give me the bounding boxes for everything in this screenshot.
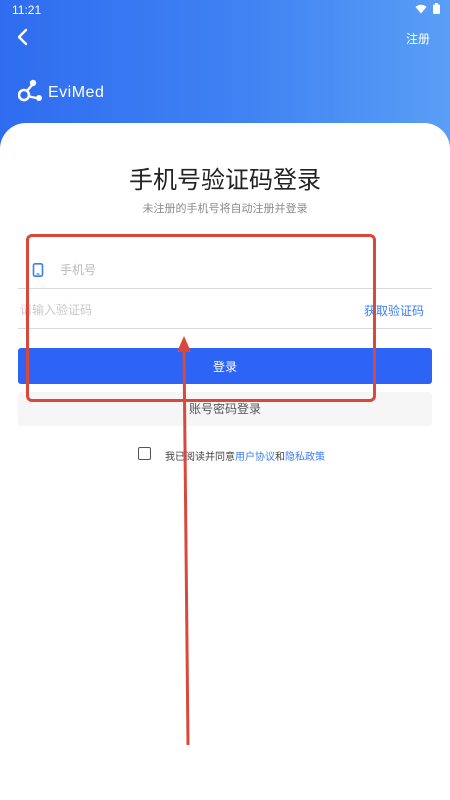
agreement-prefix: 我已阅读并同意 bbox=[165, 452, 235, 463]
page-title: 手机号验证码登录 bbox=[129, 166, 321, 194]
page-subtitle: 未注册的手机号将自动注册并登录 bbox=[142, 202, 308, 215]
phone-field-row bbox=[18, 250, 432, 289]
status-icons bbox=[415, 3, 440, 17]
phone-input[interactable] bbox=[58, 254, 422, 286]
agreement-text: 我已阅读并同意用户协议和隐私政策 bbox=[165, 448, 325, 463]
status-bar: 11:21 bbox=[0, 0, 450, 20]
register-link[interactable]: 注册 bbox=[406, 30, 430, 47]
agreement-conjunction: 和 bbox=[275, 452, 285, 463]
privacy-policy-link[interactable]: 隐私政策 bbox=[285, 452, 325, 463]
evimed-logo-icon bbox=[17, 78, 44, 108]
agreement-row: 我已阅读并同意用户协议和隐私政策 bbox=[0, 446, 450, 464]
wifi-icon bbox=[415, 3, 427, 17]
brand-name: EviMed bbox=[48, 84, 105, 101]
verification-code-input[interactable] bbox=[18, 294, 322, 326]
password-login-button[interactable]: 账号密码登录 bbox=[18, 392, 432, 426]
chevron-left-icon bbox=[16, 28, 28, 50]
login-button[interactable]: 登录 bbox=[18, 348, 432, 384]
status-time: 11:21 bbox=[12, 3, 42, 17]
brand-logo: EviMed bbox=[17, 78, 105, 108]
user-agreement-link[interactable]: 用户协议 bbox=[235, 452, 275, 463]
get-code-button[interactable]: 获取验证码 bbox=[364, 302, 424, 319]
mobile-phone-icon bbox=[32, 262, 44, 277]
agreement-checkbox[interactable] bbox=[138, 447, 151, 460]
back-button[interactable] bbox=[10, 26, 34, 52]
battery-icon bbox=[433, 3, 440, 17]
code-field-row: 获取验证码 bbox=[18, 290, 432, 329]
top-nav: 注册 bbox=[0, 22, 450, 56]
